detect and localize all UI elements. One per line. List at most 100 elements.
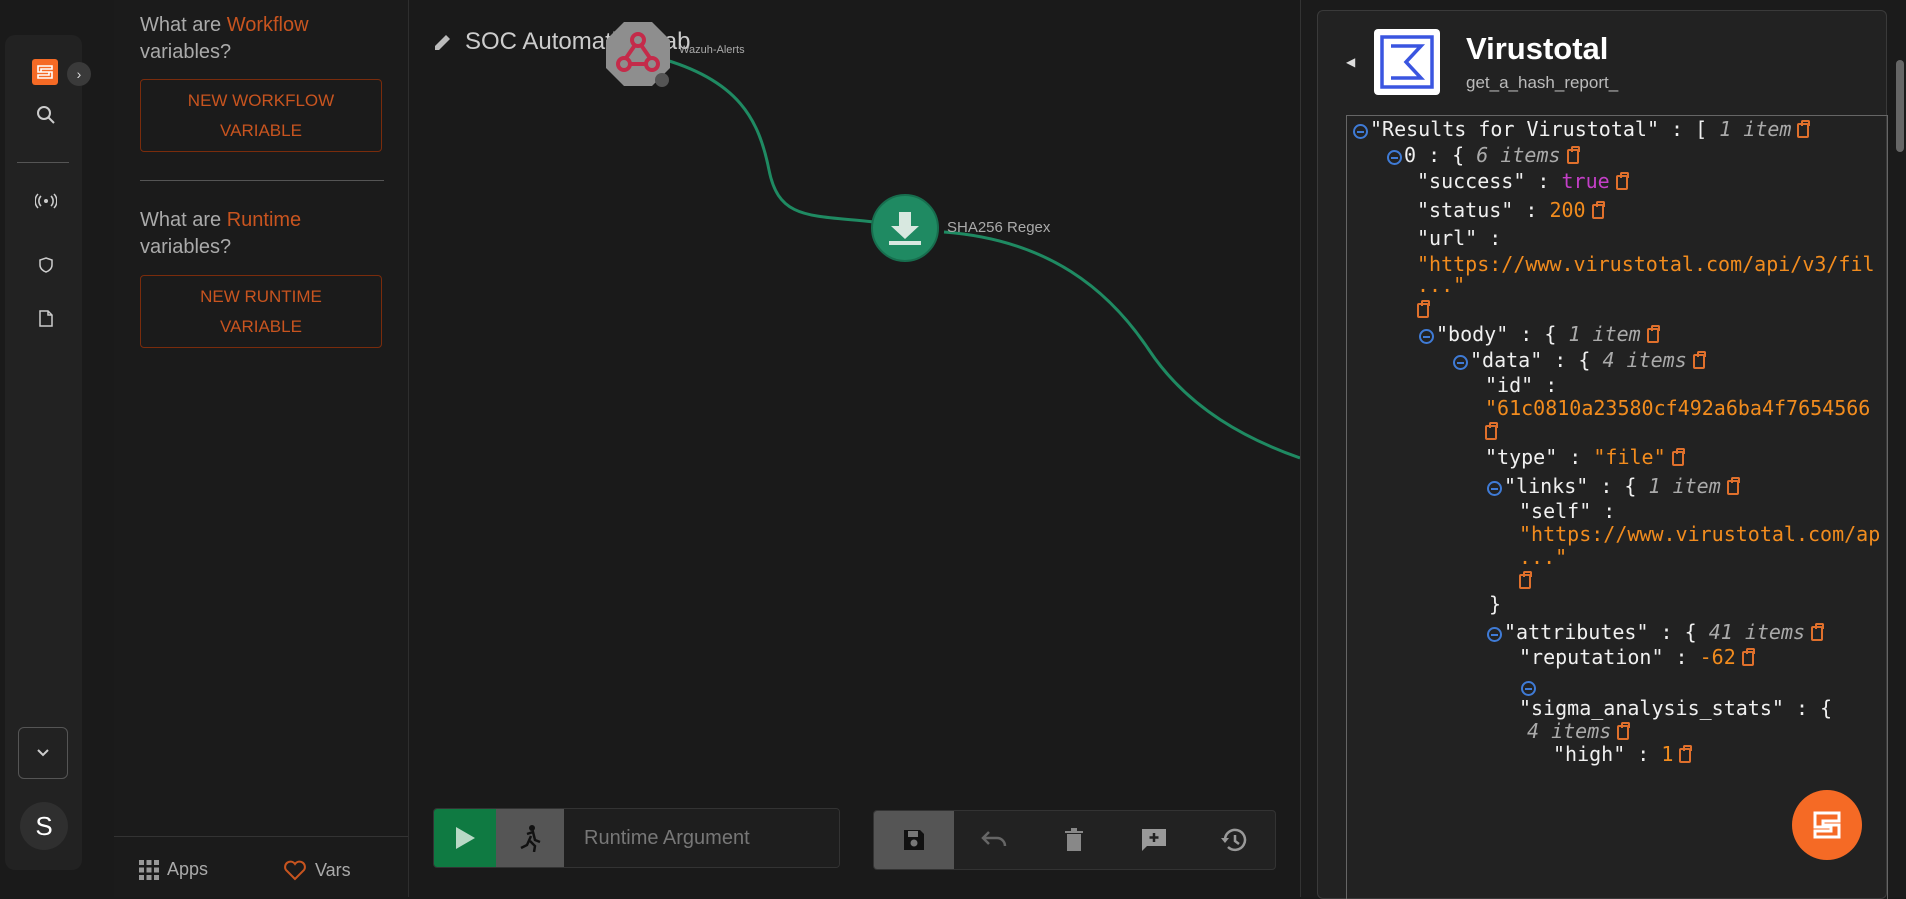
- running-icon: [520, 825, 541, 852]
- results-card: ◀ Virustotal get_a_hash_report_ "Results…: [1317, 10, 1888, 899]
- question-accent[interactable]: Workflow: [227, 14, 309, 36]
- document-icon[interactable]: [31, 303, 61, 333]
- app-name: Virustotal: [1466, 31, 1609, 66]
- add-comment-button[interactable]: [1114, 811, 1194, 869]
- copy-icon[interactable]: [1679, 745, 1693, 763]
- node-results-panel: ◀ Virustotal get_a_hash_report_ "Results…: [1300, 0, 1906, 899]
- play-icon: [456, 827, 475, 849]
- copy-icon[interactable]: [1726, 477, 1740, 495]
- apps-tab[interactable]: Apps: [139, 859, 208, 880]
- avatar[interactable]: S: [20, 802, 68, 850]
- undo-icon: [981, 831, 1007, 847]
- collapse-toggle-icon[interactable]: [1419, 329, 1434, 344]
- broadcast-icon[interactable]: [31, 186, 61, 216]
- question-prefix: What are: [140, 14, 227, 36]
- copy-icon[interactable]: [1692, 351, 1706, 369]
- question-accent[interactable]: Runtime: [227, 209, 301, 231]
- collapse-toggle-icon[interactable]: [1353, 124, 1368, 139]
- json-line-self-copy: [1519, 567, 1532, 593]
- app-action: get_a_hash_report_: [1466, 73, 1619, 92]
- search-icon[interactable]: [31, 100, 61, 130]
- json-line-id-value: "61c0810a23580cf492a6ba4f7654566: [1485, 396, 1871, 420]
- json-line-links: "links" : { 1 item: [1487, 473, 1740, 499]
- json-line-index: 0 : { 6 items: [1387, 142, 1580, 168]
- history-icon: [1221, 828, 1247, 852]
- heart-icon: [284, 860, 306, 881]
- run-workflow-button[interactable]: [434, 809, 496, 867]
- copy-icon[interactable]: [1591, 201, 1605, 219]
- copy-icon[interactable]: [1615, 172, 1629, 190]
- copy-icon[interactable]: [1519, 571, 1532, 589]
- new-workflow-variable-button[interactable]: NEW WORKFLOW VARIABLE: [140, 79, 382, 152]
- json-line-type: "type" : "file": [1485, 444, 1685, 470]
- runtime-argument-input[interactable]: [564, 809, 839, 867]
- question-suffix: variables?: [140, 236, 232, 258]
- webhook-node[interactable]: [604, 20, 672, 88]
- undo-button[interactable]: [954, 811, 1034, 869]
- json-viewer[interactable]: "Results for Virustotal" : [ 1 item 0 : …: [1346, 115, 1888, 899]
- edge-webhook-to-regex: [658, 56, 875, 224]
- panel-scrollbar[interactable]: [1896, 60, 1904, 152]
- comment-add-icon: [1142, 829, 1166, 851]
- history-button[interactable]: [1194, 811, 1274, 869]
- panel-divider: [140, 180, 384, 181]
- workflow-edges: [658, 56, 1300, 460]
- json-line-url-value: "https://www.virustotal.com/api/v3/fil: [1417, 252, 1875, 276]
- json-line-self-value: "https://www.virustotal.com/ap: [1519, 522, 1881, 546]
- collapse-toggle-icon[interactable]: [1387, 150, 1402, 165]
- copy-icon[interactable]: [1417, 300, 1430, 318]
- support-chat-button[interactable]: [1792, 790, 1862, 860]
- icon-rail: › S: [5, 35, 91, 870]
- json-line-url-copy: [1417, 296, 1430, 322]
- chevron-down-icon[interactable]: [18, 727, 68, 779]
- json-line-root: "Results for Virustotal" : [ 1 item: [1353, 116, 1811, 142]
- download-icon: [889, 212, 921, 245]
- logo-icon: [1813, 811, 1841, 839]
- json-line-reputation: "reputation" : -62: [1519, 644, 1755, 670]
- copy-icon[interactable]: [1566, 146, 1580, 164]
- json-line-body: "body" : { 1 item: [1419, 321, 1660, 347]
- edge-regex-to-virustotal: [943, 230, 1300, 460]
- copy-icon[interactable]: [1485, 422, 1498, 440]
- delete-button[interactable]: [1034, 811, 1114, 869]
- save-button[interactable]: [874, 811, 954, 869]
- variables-panel: What are Workflow variables? NEW WORKFLO…: [114, 0, 409, 897]
- json-line-url: "url" :: [1417, 226, 1502, 250]
- workflow-canvas[interactable]: SOC Automation Lab Wazuh-Alerts SHA256 R…: [409, 0, 1300, 897]
- collapse-toggle-icon[interactable]: [1453, 355, 1468, 370]
- logo-icon[interactable]: [32, 59, 58, 85]
- run-bar: [433, 808, 840, 868]
- vars-tab[interactable]: Vars: [283, 859, 351, 881]
- webhook-node-label: Wazuh-Alerts: [679, 44, 745, 56]
- copy-icon[interactable]: [1811, 623, 1825, 641]
- runtime-variables-question: What are Runtime variables?: [140, 207, 390, 261]
- shield-icon[interactable]: [31, 250, 61, 280]
- copy-icon[interactable]: [1646, 325, 1660, 343]
- copy-icon[interactable]: [1671, 448, 1685, 466]
- copy-icon[interactable]: [1741, 648, 1755, 666]
- save-icon: [904, 830, 924, 850]
- collapse-panel-icon[interactable]: ◀: [1346, 55, 1360, 69]
- collapse-toggle-icon[interactable]: [1521, 681, 1536, 696]
- copy-icon[interactable]: [1797, 120, 1811, 138]
- json-line-attributes: "attributes" : { 41 items: [1487, 619, 1825, 645]
- expand-sidebar-button[interactable]: ›: [67, 62, 91, 86]
- edit-toolbar: [873, 810, 1276, 870]
- regex-node[interactable]: [871, 194, 939, 262]
- json-line-close: }: [1489, 592, 1502, 616]
- new-runtime-variable-button[interactable]: NEW RUNTIME VARIABLE: [140, 275, 382, 348]
- workflow-variables-question: What are Workflow variables?: [140, 12, 390, 66]
- rail-divider: [17, 162, 69, 163]
- question-prefix: What are: [140, 209, 227, 231]
- grid-icon: [139, 859, 159, 880]
- test-run-button[interactable]: [496, 809, 564, 867]
- virustotal-logo-icon: [1374, 29, 1440, 95]
- collapse-toggle-icon[interactable]: [1487, 627, 1502, 642]
- vars-label: Vars: [315, 859, 351, 880]
- json-line-data: "data" : { 4 items: [1453, 347, 1706, 373]
- json-line-success: "success" : true: [1417, 168, 1629, 194]
- json-line-status: "status" : 200: [1417, 197, 1605, 223]
- copy-icon[interactable]: [1617, 722, 1631, 740]
- question-suffix: variables?: [140, 41, 232, 63]
- collapse-toggle-icon[interactable]: [1487, 481, 1502, 496]
